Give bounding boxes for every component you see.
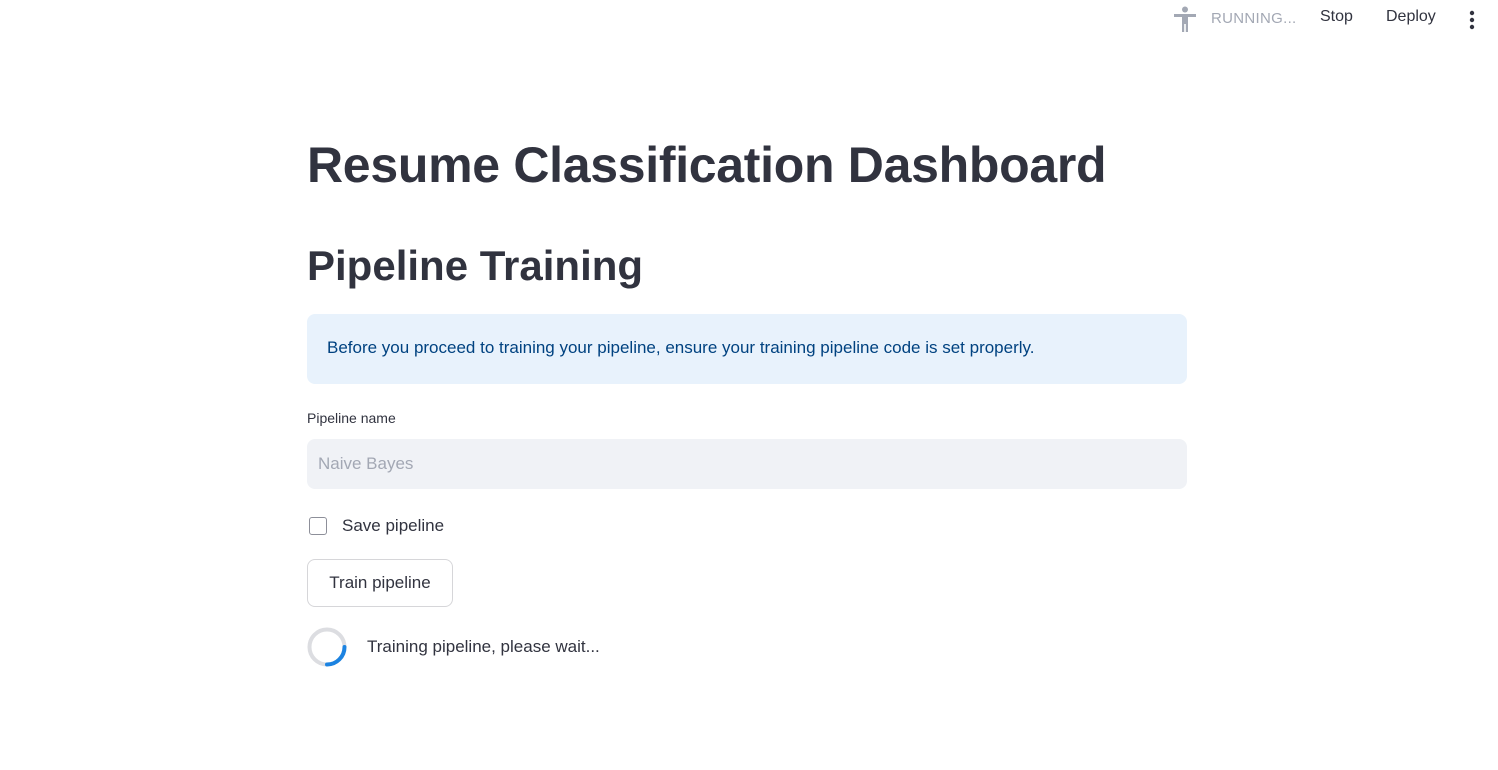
page-title: Resume Classification Dashboard <box>307 137 1107 193</box>
running-status: RUNNING... <box>1211 10 1297 27</box>
pipeline-name-input[interactable] <box>307 439 1187 489</box>
loading-spinner-icon <box>307 627 347 667</box>
deploy-button[interactable]: Deploy <box>1386 8 1436 26</box>
info-alert-text: Before you proceed to training your pipe… <box>327 338 1035 357</box>
train-pipeline-button[interactable]: Train pipeline <box>307 559 453 607</box>
spinner-text: Training pipeline, please wait... <box>367 637 600 656</box>
section-title: Pipeline Training <box>307 242 644 289</box>
running-man-icon <box>1174 6 1196 32</box>
info-alert: Before you proceed to training your pipe… <box>307 314 1187 384</box>
pipeline-name-label: Pipeline name <box>307 410 396 426</box>
kebab-menu-icon[interactable] <box>1462 7 1482 33</box>
stop-button[interactable]: Stop <box>1320 8 1353 26</box>
save-pipeline-label[interactable]: Save pipeline <box>342 516 444 536</box>
save-pipeline-checkbox[interactable] <box>309 517 327 535</box>
save-pipeline-checkbox-row[interactable]: Save pipeline <box>307 514 444 538</box>
app-toolbar: RUNNING... Stop Deploy <box>0 0 1498 40</box>
